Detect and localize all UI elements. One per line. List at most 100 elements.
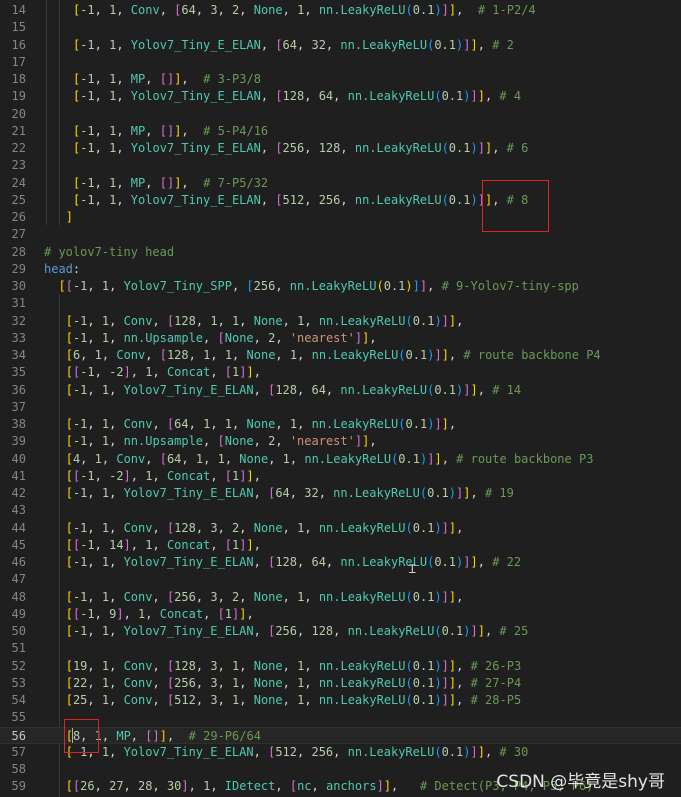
- line-number: 24: [11, 175, 26, 190]
- code-line[interactable]: 20: [0, 106, 681, 123]
- line-number: 36: [11, 382, 26, 397]
- line-code: [-1, 1, Yolov7_Tiny_E_ELAN, [256, 128, n…: [65, 624, 529, 638]
- line-code: [4, 1, Conv, [64, 1, 1, None, 1, nn.Leak…: [65, 451, 594, 466]
- code-line[interactable]: 29 head:: [0, 261, 681, 278]
- line-code: [25, 1, Conv, [512, 3, 1, None, 1, nn.Le…: [65, 693, 522, 707]
- code-line[interactable]: 16 [-1, 1, Yolov7_Tiny_E_ELAN, [64, 32, …: [0, 37, 681, 54]
- line-number: 45: [11, 537, 26, 552]
- line-code: [-1, 1, Yolov7_Tiny_E_ELAN, [256, 128, n…: [72, 141, 529, 155]
- line-number: 54: [11, 693, 26, 707]
- line-code: [6, 1, Conv, [128, 1, 1, None, 1, nn.Lea…: [65, 348, 601, 362]
- code-line[interactable]: 24 [-1, 1, MP, []], # 7-P5/32: [0, 175, 681, 192]
- line-code: [-1, 1, Yolov7_Tiny_E_ELAN, [64, 32, nn.…: [65, 486, 514, 500]
- mouse-ibeam-icon: Ɪ: [409, 562, 416, 576]
- line-number: 59: [11, 779, 26, 794]
- code-line[interactable]: 21 [-1, 1, MP, []], # 5-P4/16: [0, 123, 681, 140]
- line-number: 33: [11, 330, 26, 345]
- code-line[interactable]: 26 ]: [0, 209, 681, 226]
- line-code: [19, 1, Conv, [128, 3, 1, None, 1, nn.Le…: [65, 658, 522, 673]
- code-line[interactable]: 34 [6, 1, Conv, [128, 1, 1, None, 1, nn.…: [0, 347, 681, 364]
- code-line[interactable]: 27: [0, 226, 681, 243]
- line-number: 56: [11, 728, 26, 743]
- highlight-box-input-8: [64, 719, 99, 753]
- code-line[interactable]: 37: [0, 399, 681, 416]
- line-number: 29: [11, 261, 26, 276]
- code-line[interactable]: 52 [19, 1, Conv, [128, 3, 1, None, 1, nn…: [0, 658, 681, 675]
- code-line[interactable]: 36 [-1, 1, Yolov7_Tiny_E_ELAN, [128, 64,…: [0, 382, 681, 399]
- code-line[interactable]: 28 # yolov7-tiny head: [0, 244, 681, 261]
- line-code: [[-1, 9], 1, Concat, [1]],: [65, 606, 254, 621]
- line-code: [-1, 1, Conv, [128, 1, 1, None, 1, nn.Le…: [65, 313, 464, 328]
- line-number: 57: [11, 744, 26, 759]
- line-number: 32: [11, 313, 26, 328]
- line-number: 47: [11, 572, 26, 587]
- code-line[interactable]: 40 [4, 1, Conv, [64, 1, 1, None, 1, nn.L…: [0, 451, 681, 468]
- code-editor[interactable]: 14 [-1, 1, Conv, [64, 3, 2, None, 1, nn.…: [0, 0, 681, 797]
- line-number: 55: [11, 710, 26, 725]
- code-line[interactable]: 30 [[-1, 1, Yolov7_Tiny_SPP, [256, nn.Le…: [0, 278, 681, 295]
- line-code: [[-1, 1, Yolov7_Tiny_SPP, [256, nn.Leaky…: [58, 279, 579, 293]
- line-number: 43: [11, 503, 26, 518]
- code-line[interactable]: 17: [0, 54, 681, 71]
- line-number: 30: [11, 279, 26, 293]
- code-line[interactable]: 23: [0, 157, 681, 174]
- code-line[interactable]: 39 [-1, 1, nn.Upsample, [None, 2, 'neare…: [0, 433, 681, 450]
- code-line[interactable]: 50 [-1, 1, Yolov7_Tiny_E_ELAN, [256, 128…: [0, 623, 681, 640]
- line-number: 23: [11, 158, 26, 173]
- code-line[interactable]: 32 [-1, 1, Conv, [128, 1, 1, None, 1, nn…: [0, 313, 681, 330]
- code-line[interactable]: 49 [[-1, 9], 1, Concat, [1]],: [0, 606, 681, 623]
- code-line[interactable]: 33 [-1, 1, nn.Upsample, [None, 2, 'neare…: [0, 330, 681, 347]
- code-line[interactable]: 54 [25, 1, Conv, [512, 3, 1, None, 1, nn…: [0, 692, 681, 709]
- line-number: 22: [11, 141, 26, 155]
- line-number: 15: [11, 20, 26, 35]
- line-number: 34: [11, 348, 26, 362]
- code-line[interactable]: 48 [-1, 1, Conv, [256, 3, 2, None, 1, nn…: [0, 589, 681, 606]
- code-line[interactable]: 55: [0, 709, 681, 726]
- code-line[interactable]: 35 [[-1, -2], 1, Concat, [1]],: [0, 364, 681, 381]
- code-line[interactable]: 38 [-1, 1, Conv, [64, 1, 1, None, 1, nn.…: [0, 416, 681, 433]
- line-number: 20: [11, 106, 26, 121]
- code-line[interactable]: 47: [0, 571, 681, 588]
- code-line[interactable]: 14 [-1, 1, Conv, [64, 3, 2, None, 1, nn.…: [0, 2, 681, 19]
- code-line[interactable]: 57 [-1, 1, Yolov7_Tiny_E_ELAN, [512, 256…: [0, 744, 681, 761]
- line-code: [-1, 1, nn.Upsample, [None, 2, 'nearest'…: [65, 330, 377, 345]
- line-code: [22, 1, Conv, [256, 3, 1, None, 1, nn.Le…: [65, 675, 522, 690]
- code-line[interactable]: 46 [-1, 1, Yolov7_Tiny_E_ELAN, [128, 64,…: [0, 554, 681, 571]
- line-number: 41: [11, 468, 26, 483]
- line-number: 42: [11, 486, 26, 500]
- line-code: [-1, 1, Yolov7_Tiny_E_ELAN, [128, 64, nn…: [72, 89, 522, 104]
- line-code: [-1, 1, Yolov7_Tiny_E_ELAN, [128, 64, nn…: [65, 555, 522, 569]
- line-number: 35: [11, 365, 26, 380]
- line-code: [-1, 1, Conv, [64, 3, 2, None, 1, nn.Lea…: [72, 3, 536, 17]
- code-line[interactable]: 51: [0, 640, 681, 657]
- code-line[interactable]: 19 [-1, 1, Yolov7_Tiny_E_ELAN, [128, 64,…: [0, 88, 681, 105]
- line-number: 16: [11, 37, 26, 52]
- line-code: [-1, 1, Yolov7_Tiny_E_ELAN, [512, 256, n…: [72, 192, 529, 207]
- code-line[interactable]: 18 [-1, 1, MP, []], # 3-P3/8: [0, 71, 681, 88]
- code-line[interactable]: 44 [-1, 1, Conv, [128, 3, 2, None, 1, nn…: [0, 520, 681, 537]
- code-line[interactable]: 31: [0, 295, 681, 312]
- line-number: 58: [11, 762, 26, 776]
- code-line[interactable]: 56 [8, 1, MP, []], # 29-P6/64: [0, 726, 681, 744]
- line-code: [-1, 1, Yolov7_Tiny_E_ELAN, [512, 256, n…: [65, 744, 529, 759]
- line-number: 28: [11, 244, 26, 259]
- code-line[interactable]: 43: [0, 502, 681, 519]
- code-line[interactable]: 45 [[-1, 14], 1, Concat, [1]],: [0, 537, 681, 554]
- line-number: 48: [11, 589, 26, 604]
- line-number: 40: [11, 451, 26, 466]
- line-number: 44: [11, 520, 26, 535]
- line-code: head:: [44, 261, 81, 276]
- line-number: 51: [11, 641, 26, 656]
- code-line[interactable]: 41 [[-1, -2], 1, Concat, [1]],: [0, 468, 681, 485]
- line-number: 49: [11, 606, 26, 621]
- line-code: [-1, 1, MP, []], # 5-P4/16: [72, 123, 269, 138]
- code-line[interactable]: 53 [22, 1, Conv, [256, 3, 1, None, 1, nn…: [0, 675, 681, 692]
- line-number: 46: [11, 555, 26, 569]
- line-code: [-1, 1, Yolov7_Tiny_E_ELAN, [128, 64, nn…: [65, 382, 522, 397]
- line-code: [[-1, -2], 1, Concat, [1]],: [65, 365, 261, 380]
- code-line[interactable]: 15: [0, 19, 681, 36]
- code-line[interactable]: 22 [-1, 1, Yolov7_Tiny_E_ELAN, [256, 128…: [0, 140, 681, 157]
- code-line[interactable]: 25 [-1, 1, Yolov7_Tiny_E_ELAN, [512, 256…: [0, 192, 681, 209]
- line-number: 14: [11, 3, 26, 17]
- code-line[interactable]: 42 [-1, 1, Yolov7_Tiny_E_ELAN, [64, 32, …: [0, 485, 681, 502]
